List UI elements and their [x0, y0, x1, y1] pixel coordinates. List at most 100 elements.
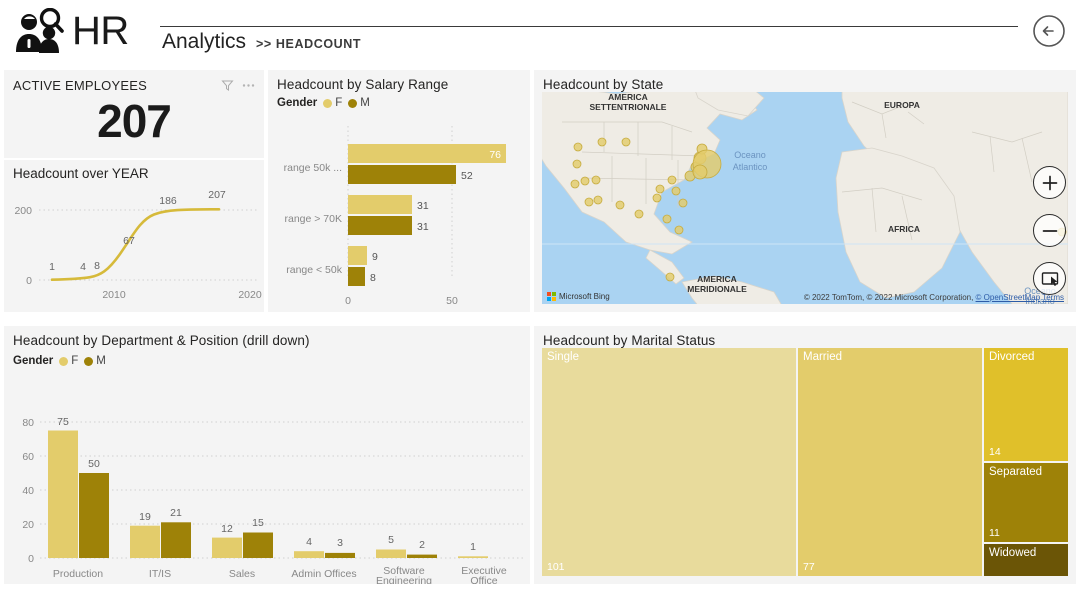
- card-header-actions: [221, 79, 256, 92]
- legend-label-m: M: [96, 355, 106, 367]
- chart-title: Headcount by Marital Status: [543, 333, 716, 348]
- line-chart-plot: 0 200 2010 2020 1 4 8 67 186 207: [14, 189, 262, 301]
- svg-text:range > 70K: range > 70K: [284, 213, 342, 225]
- treemap-cell-single[interactable]: Single 101: [542, 348, 796, 576]
- svg-text:50: 50: [88, 458, 100, 470]
- map-bubble[interactable]: [570, 179, 580, 189]
- svg-text:4: 4: [80, 261, 86, 273]
- treemap-cell-separated[interactable]: Separated 11: [984, 463, 1068, 542]
- map-bubble[interactable]: [572, 159, 582, 169]
- svg-text:15: 15: [252, 517, 264, 529]
- active-employees-card[interactable]: ACTIVE EMPLOYEES 207: [4, 70, 264, 158]
- dashboard-page: HR Analytics >> HEADCOUNT ACTIVE EMPLOYE…: [0, 0, 1080, 603]
- map-canvas[interactable]: AMERICA SETTENTRIONALE EUROPA AFRICA AME…: [542, 92, 1068, 304]
- svg-text:80: 80: [22, 417, 34, 429]
- page-title: Analytics: [162, 30, 247, 53]
- legend-swatch-f: [59, 356, 69, 366]
- map-bubble[interactable]: [662, 214, 672, 224]
- headcount-by-department-chart[interactable]: Headcount by Department & Position (dril…: [4, 326, 530, 584]
- select-tool-button[interactable]: [1033, 262, 1066, 295]
- legend-swatch-m: [84, 356, 94, 366]
- svg-text:31: 31: [417, 200, 429, 212]
- map-bubble[interactable]: [655, 184, 665, 194]
- zoom-in-button[interactable]: [1033, 166, 1066, 199]
- map-bubble[interactable]: [665, 272, 675, 282]
- svg-text:2020: 2020: [238, 289, 262, 301]
- treemap-label: Married: [803, 351, 842, 363]
- legend-item-m[interactable]: M: [84, 355, 106, 367]
- headcount-by-salary-range-chart[interactable]: Headcount by Salary Range Gender F M ran…: [268, 70, 530, 312]
- map-bubble[interactable]: [692, 164, 708, 180]
- map-bubble[interactable]: [671, 186, 681, 196]
- treemap-body: Single 101 Married 77 Divorced 14 Separa…: [542, 348, 1068, 576]
- map-bubble[interactable]: [597, 137, 607, 147]
- svg-text:Atlantico: Atlantico: [733, 162, 768, 172]
- svg-text:4: 4: [306, 536, 312, 548]
- map-bubble[interactable]: [652, 193, 662, 203]
- map-bubble[interactable]: [584, 197, 594, 207]
- filter-funnel-icon[interactable]: [221, 79, 234, 92]
- microsoft-logo-icon: [547, 292, 556, 301]
- salary-bar-plot: range 50k ... range > 70K range < 50k 76…: [284, 126, 506, 307]
- svg-text:Production: Production: [53, 568, 103, 580]
- treemap-value: 14: [989, 446, 1001, 458]
- legend-label-f: F: [335, 97, 343, 109]
- treemap-cell-widowed[interactable]: Widowed: [984, 544, 1068, 576]
- more-options-icon[interactable]: [241, 79, 256, 92]
- map-bubble[interactable]: [678, 198, 688, 208]
- bing-label: Microsoft Bing: [559, 292, 610, 301]
- zoom-out-button[interactable]: [1033, 214, 1066, 247]
- map-graphic: AMERICA SETTENTRIONALE EUROPA AFRICA AME…: [542, 92, 1068, 304]
- headcount-by-state-map[interactable]: Headcount by State AMERICA SETTENTRIONAL…: [534, 70, 1076, 312]
- treemap-cell-married[interactable]: Married 77: [798, 348, 982, 576]
- treemap-label: Divorced: [989, 351, 1035, 363]
- svg-text:207: 207: [208, 189, 226, 201]
- svg-text:1: 1: [49, 261, 55, 273]
- svg-text:75: 75: [57, 416, 69, 428]
- map-bubble[interactable]: [580, 176, 590, 186]
- map-bubble[interactable]: [615, 200, 625, 210]
- treemap-label: Single: [547, 351, 579, 363]
- svg-text:range 50k ...: range 50k ...: [284, 162, 342, 174]
- svg-text:200: 200: [14, 205, 32, 217]
- minus-icon: [1042, 229, 1057, 232]
- svg-text:EUROPA: EUROPA: [884, 100, 920, 110]
- chart-title: Headcount by Department & Position (dril…: [13, 333, 310, 348]
- breadcrumb-current: >> HEADCOUNT: [256, 37, 362, 51]
- svg-text:31: 31: [417, 221, 429, 233]
- svg-text:8: 8: [94, 260, 100, 272]
- treemap-label: Widowed: [989, 547, 1037, 559]
- legend-label-f: F: [71, 355, 79, 367]
- map-bubble[interactable]: [634, 209, 644, 219]
- map-bubble[interactable]: [674, 225, 684, 235]
- legend-label-m: M: [360, 97, 370, 109]
- map-bubble[interactable]: [593, 195, 603, 205]
- legend-item-f[interactable]: F: [59, 355, 78, 367]
- svg-text:5: 5: [388, 534, 394, 546]
- headcount-over-year-chart[interactable]: Headcount over YEAR 0 200 2010 2020 1 4 …: [4, 160, 264, 312]
- svg-text:60: 60: [22, 451, 34, 463]
- legend-item-m[interactable]: M: [348, 97, 370, 109]
- gender-legend: Gender F M: [4, 348, 530, 367]
- map-bubble[interactable]: [621, 137, 631, 147]
- headcount-by-marital-status-treemap[interactable]: Headcount by Marital Status Single 101 M…: [534, 326, 1076, 584]
- legend-item-f[interactable]: F: [323, 97, 342, 109]
- circle-arrow-left-icon[interactable]: [1032, 14, 1066, 48]
- map-bubble[interactable]: [591, 175, 601, 185]
- svg-text:Engineering: Engineering: [376, 575, 432, 584]
- svg-text:Sales: Sales: [229, 568, 255, 580]
- openstreetmap-link[interactable]: © OpenStreetMap: [976, 293, 1041, 302]
- svg-text:76: 76: [489, 149, 501, 161]
- svg-text:20: 20: [22, 519, 34, 531]
- legend-swatch-m: [348, 98, 358, 108]
- map-bubble[interactable]: [573, 142, 583, 152]
- treemap-cell-divorced[interactable]: Divorced 14: [984, 348, 1068, 461]
- legend-title: Gender: [13, 355, 54, 367]
- treemap-value: 101: [547, 561, 565, 573]
- chart-title: Headcount by Salary Range: [277, 77, 449, 92]
- svg-text:2: 2: [419, 539, 425, 551]
- svg-text:0: 0: [28, 553, 34, 565]
- map-bubble[interactable]: [667, 175, 677, 185]
- legend-title: Gender: [277, 97, 318, 109]
- svg-text:IT/IS: IT/IS: [149, 568, 171, 580]
